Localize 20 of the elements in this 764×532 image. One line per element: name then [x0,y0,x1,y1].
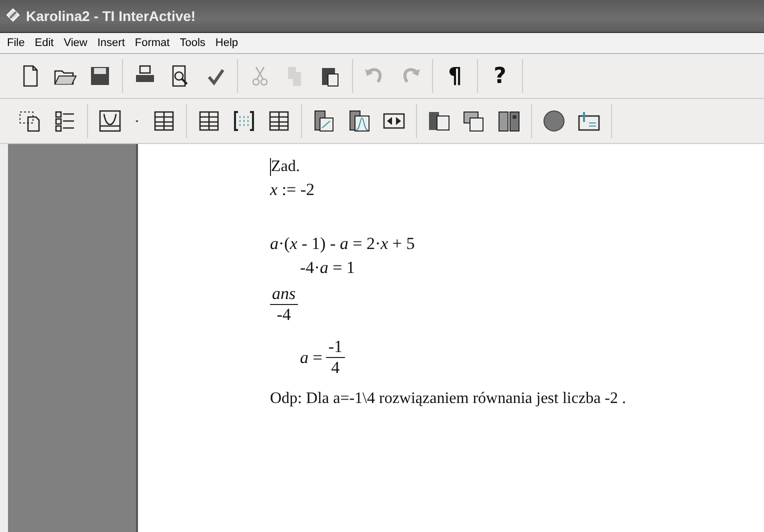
menu-item[interactable]: File [2,37,30,49]
text-paragraph: Zad. [270,158,300,176]
fraction-denominator: 4 [330,358,341,378]
menu-item[interactable]: View [58,37,92,49]
menu-item[interactable]: Help [210,37,244,49]
math-expression: a = [299,348,322,368]
fraction-numerator: ans [270,284,298,305]
menu-item[interactable]: Insert [92,37,130,49]
menu-item[interactable]: Format [130,37,175,49]
menu-item[interactable]: Edit [30,37,59,49]
math-expression: x := -2 [270,180,315,200]
toolbar-button[interactable]: ? [486,62,514,90]
window-title: Karolina2 - TI InterActive! [26,8,196,24]
toolbar-button[interactable]: ¶ [441,62,469,90]
math-expression: -4·a = 1 [299,258,355,278]
fraction-numerator: -1 [326,337,345,358]
fraction-denominator: -4 [276,305,292,325]
menu-item[interactable]: Tools [174,37,210,49]
math-expression: a·(x - 1) - a = 2·x + 5 [270,233,415,254]
text-paragraph: Odp: Dla a=-1\4 rozwiązaniem równania jest liczba -2 . [270,390,626,408]
